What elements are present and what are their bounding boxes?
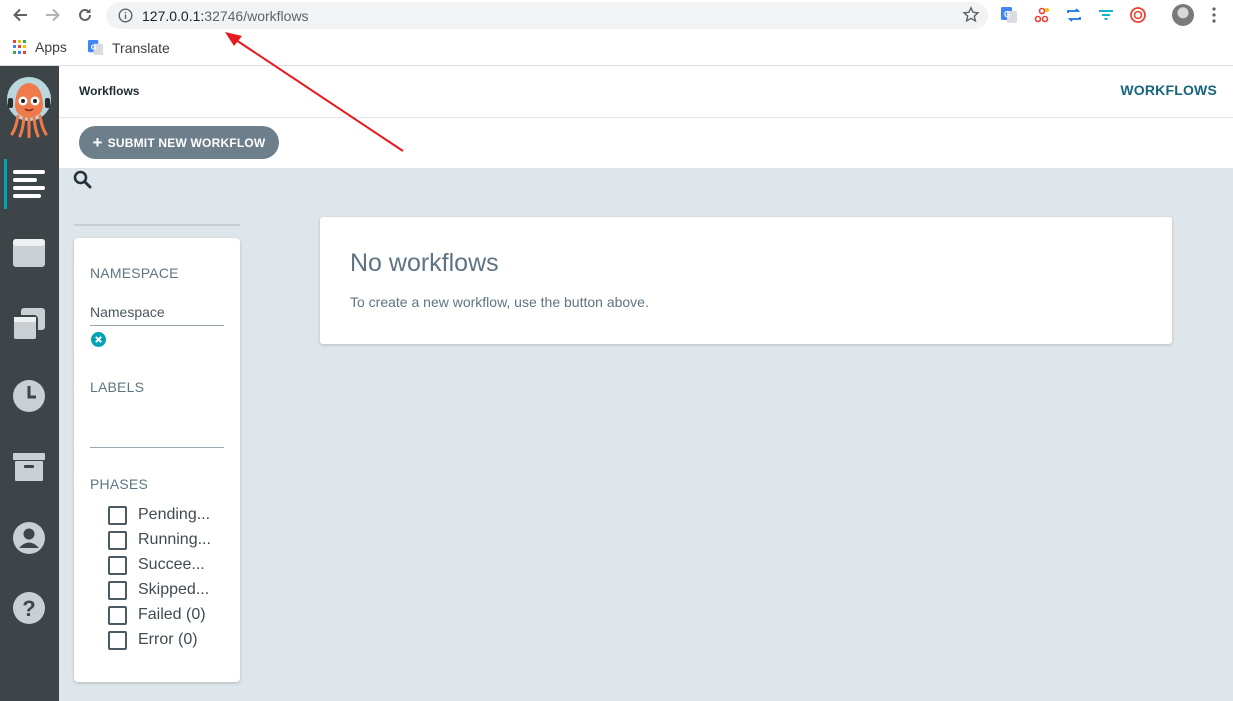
bookmark-apps-label: Apps xyxy=(35,39,67,55)
bookmark-apps[interactable]: Apps xyxy=(13,39,67,55)
phase-label: Succee... xyxy=(138,556,205,573)
checkbox[interactable] xyxy=(108,605,127,625)
google-translate-extension-icon[interactable]: G xyxy=(1000,6,1018,24)
active-nav-indicator xyxy=(4,159,7,209)
namespace-heading: NAMESPACE xyxy=(90,265,179,281)
breadcrumb[interactable]: Workflows xyxy=(79,84,139,98)
empty-state-title: No workflows xyxy=(350,249,499,277)
url-text[interactable]: 127.0.0.1:32746/workflows xyxy=(142,8,309,24)
profile-avatar[interactable] xyxy=(1172,4,1194,26)
phase-label: Skipped... xyxy=(138,581,210,598)
filter-panel: NAMESPACE LABELS PHASES Pending... Runni… xyxy=(74,238,240,682)
page-title: WORKFLOWS xyxy=(1120,82,1217,98)
back-arrow-icon xyxy=(13,8,27,22)
archived-workflows-icon xyxy=(13,453,45,481)
nav-workflow-templates[interactable] xyxy=(10,234,48,272)
bookmarks-bar: Apps G Translate xyxy=(0,31,1233,66)
url-host: 127.0.0.1: xyxy=(142,8,205,24)
reload-button[interactable] xyxy=(74,4,96,26)
address-bar[interactable]: 127.0.0.1:32746/workflows xyxy=(106,2,988,29)
phases-heading: PHASES xyxy=(90,476,148,492)
cron-workflows-icon xyxy=(13,380,45,412)
bookmark-star-icon[interactable] xyxy=(962,6,980,24)
labels-heading: LABELS xyxy=(90,379,145,395)
submit-button-label: SUBMIT NEW WORKFLOW xyxy=(107,135,266,150)
plus-icon: + xyxy=(92,133,103,152)
url-path: 32746/workflows xyxy=(204,8,309,24)
more-menu-icon[interactable] xyxy=(1209,6,1219,24)
checkbox[interactable] xyxy=(108,580,127,600)
svg-text:G: G xyxy=(1004,10,1010,19)
namespace-input[interactable] xyxy=(90,298,224,326)
workflow-templates-icon xyxy=(13,239,45,267)
checkbox[interactable] xyxy=(108,630,127,650)
main-content: NAMESPACE LABELS PHASES Pending... Runni… xyxy=(59,169,1233,701)
browser-toolbar: 127.0.0.1:32746/workflows G xyxy=(0,0,1233,31)
filter-extension-icon[interactable] xyxy=(1097,6,1115,24)
phase-checkbox-succeeded[interactable]: Succee... xyxy=(108,554,205,576)
forward-button[interactable] xyxy=(42,4,64,26)
action-bar: + SUBMIT NEW WORKFLOW xyxy=(59,118,1233,169)
phase-checkbox-pending[interactable]: Pending... xyxy=(108,504,210,526)
nav-archived-workflows[interactable] xyxy=(10,448,48,486)
side-nav: ? xyxy=(0,66,59,701)
info-icon[interactable] xyxy=(118,8,133,23)
bookmark-translate-label: Translate xyxy=(112,39,170,56)
phase-label: Pending... xyxy=(138,506,211,523)
phase-checkbox-failed[interactable]: Failed (0) xyxy=(108,604,206,626)
phase-label: Failed (0) xyxy=(138,606,206,623)
bookmark-translate[interactable]: G Translate xyxy=(87,39,170,56)
reload-icon xyxy=(79,8,91,21)
forward-arrow-icon xyxy=(46,8,60,22)
nav-cron-workflows[interactable] xyxy=(10,377,48,415)
search-icon[interactable] xyxy=(73,170,92,189)
submit-new-workflow-button[interactable]: + SUBMIT NEW WORKFLOW xyxy=(79,126,279,159)
checkbox[interactable] xyxy=(108,555,127,575)
cluster-workflow-templates-icon xyxy=(12,308,45,341)
filter-divider xyxy=(74,224,240,226)
empty-state-card: No workflows To create a new workflow, u… xyxy=(320,217,1172,344)
user-icon xyxy=(13,522,45,554)
phase-label: Running... xyxy=(138,531,211,548)
help-icon: ? xyxy=(13,592,45,624)
git-extension-icon[interactable] xyxy=(1033,6,1051,24)
phase-checkbox-skipped[interactable]: Skipped... xyxy=(108,579,209,601)
phase-checkbox-error[interactable]: Error (0) xyxy=(108,629,198,651)
page-header: Workflows WORKFLOWS xyxy=(59,66,1233,118)
spiral-extension-icon[interactable] xyxy=(1129,6,1147,24)
labels-input[interactable] xyxy=(90,418,224,448)
nav-cluster-workflow-templates[interactable] xyxy=(10,305,48,343)
checkbox[interactable] xyxy=(108,505,127,525)
argo-logo[interactable] xyxy=(6,76,52,138)
nav-workflows[interactable] xyxy=(10,164,48,202)
back-button[interactable] xyxy=(9,4,31,26)
empty-state-message: To create a new workflow, use the button… xyxy=(350,294,649,310)
google-translate-icon: G xyxy=(87,39,104,56)
workflows-icon xyxy=(13,170,45,198)
svg-text:?: ? xyxy=(22,596,35,621)
phase-checkbox-running[interactable]: Running... xyxy=(108,529,211,551)
repeat-extension-icon[interactable] xyxy=(1065,6,1083,24)
checkbox[interactable] xyxy=(108,530,127,550)
apps-grid-icon xyxy=(13,40,27,54)
phase-label: Error (0) xyxy=(138,631,198,648)
nav-help[interactable]: ? xyxy=(10,589,48,627)
svg-text:G: G xyxy=(91,42,97,51)
clear-namespace-icon[interactable] xyxy=(91,332,106,347)
nav-user[interactable] xyxy=(10,519,48,557)
